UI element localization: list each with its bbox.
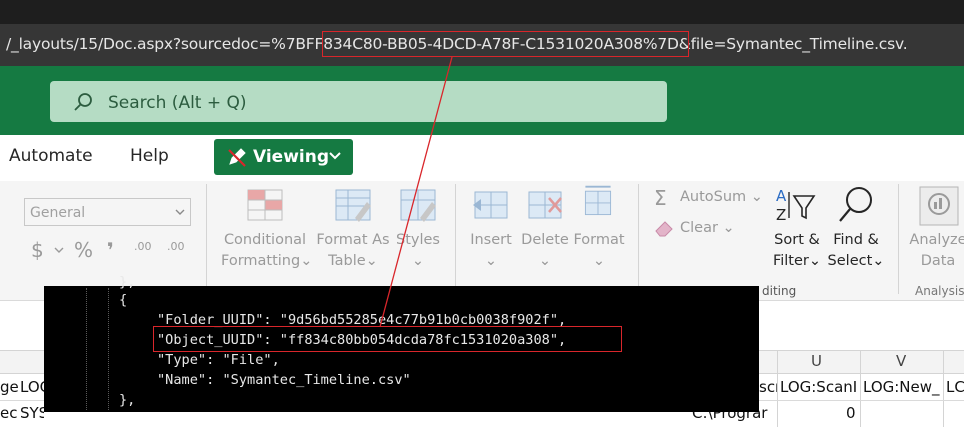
column-divider [943, 350, 944, 427]
conditional-formatting-label-2: Formatting⌄ [221, 253, 313, 269]
tab-automate[interactable]: Automate [9, 146, 93, 166]
analyze-icon [919, 186, 959, 226]
svg-text:Z: Z [776, 206, 786, 224]
insert-cells-icon [473, 191, 508, 219]
decrease-decimal-button[interactable]: .00 [167, 240, 185, 253]
column-header-u[interactable]: U [811, 352, 822, 370]
autosum-label: AutoSum [680, 189, 747, 205]
conditional-formatting-button[interactable]: Conditional Formatting⌄ [221, 230, 313, 272]
delete-chevron: ⌄ [538, 253, 552, 269]
tab-help[interactable]: Help [130, 146, 169, 166]
format-as-table-label-2: Table⌄ [328, 253, 378, 269]
conditional-formatting-label-1: Conditional [223, 232, 307, 248]
format-as-table-label-1: Format As [316, 232, 390, 248]
json-line-type: "Type": "File", [157, 352, 280, 368]
autosum-button[interactable]: AutoSum ⌄ [680, 189, 763, 205]
chevron-down-icon [329, 152, 341, 160]
cell-u-value[interactable]: 0 [846, 404, 856, 422]
find-select-label-2: Select⌄ [827, 253, 885, 269]
ribbon-separator [638, 184, 639, 294]
search-placeholder[interactable]: Search (Alt + Q) [108, 93, 247, 113]
find-select-button[interactable]: Find & Select⌄ [824, 230, 888, 272]
insert-chevron: ⌄ [484, 253, 498, 269]
delete-cells-icon [528, 191, 562, 219]
percent-button[interactable]: % [74, 238, 93, 262]
clear-label: Clear [680, 220, 718, 236]
cell-styles-chevron: ⌄ [411, 253, 425, 269]
cell-styles-label: Styles [396, 232, 440, 248]
json-line: { [119, 292, 128, 308]
ribbon-separator [455, 184, 456, 294]
column-divider [860, 350, 861, 427]
json-line-name: "Name": "Symantec_Timeline.csv" [157, 372, 411, 388]
cell-styles-icon [400, 189, 436, 222]
sort-filter-label-1: Sort & [774, 232, 820, 248]
indent-guide [86, 288, 87, 410]
number-format-value[interactable]: General [30, 205, 85, 221]
format-cells-icon [584, 185, 612, 216]
ribbon-separator [898, 184, 899, 294]
viewing-label[interactable]: Viewing [253, 147, 329, 167]
json-line: }, [119, 392, 136, 408]
find-icon [839, 187, 872, 222]
sort-filter-button[interactable]: Sort & Filter⌄ [766, 230, 828, 272]
find-select-label-1: Find & [833, 232, 879, 248]
delete-button[interactable]: Delete ⌄ [520, 230, 570, 272]
cell-partial[interactable]: scr [759, 378, 777, 396]
sort-filter-label-2-text: Filter [772, 253, 809, 269]
url-guid-highlight-box [322, 31, 689, 57]
svg-text:A: A [776, 187, 787, 205]
cell-partial[interactable]: SYSTEM [20, 404, 44, 422]
analyze-data-label-2: Data [920, 253, 956, 269]
cell-partial[interactable]: ge [0, 378, 19, 396]
format-button[interactable]: Format ⌄ [572, 230, 626, 272]
currency-button[interactable]: $ [31, 238, 44, 262]
sigma-icon: Σ [654, 186, 667, 210]
pencil-icon [228, 148, 246, 167]
group-label-editing: diting [762, 284, 797, 298]
clear-button[interactable]: Clear ⌄ [680, 220, 735, 236]
comma-style-button[interactable]: ❜ [107, 238, 114, 262]
insert-button[interactable]: Insert ⌄ [466, 230, 516, 272]
cell-partial[interactable]: ec [0, 404, 17, 422]
conditional-formatting-icon [247, 189, 283, 221]
column-header-v[interactable]: V [896, 352, 906, 370]
column-divider [777, 350, 778, 427]
find-select-label-2-text: Select [827, 253, 873, 269]
browser-top-strip [0, 0, 964, 24]
search-icon [74, 93, 92, 111]
group-label-analysis: Analysis [915, 284, 964, 298]
increase-decimal-button[interactable]: .00 [134, 240, 152, 253]
indent-guide [108, 288, 109, 410]
sort-filter-icon: A Z [776, 187, 816, 224]
analyze-data-label-1: Analyze [909, 232, 964, 248]
json-line: }, [119, 274, 136, 290]
format-as-table-button[interactable]: Format As Table⌄ [313, 230, 393, 272]
delete-label: Delete [521, 232, 569, 248]
object-uuid-highlight-box [153, 326, 622, 352]
format-chevron: ⌄ [592, 253, 606, 269]
format-as-table-label-2-text: Table [328, 253, 366, 269]
format-label: Format [573, 232, 625, 248]
cell-w[interactable]: LC [946, 378, 964, 396]
cell-v[interactable]: LOG:New_ [863, 378, 943, 396]
conditional-formatting-label-2-text: Formatting [221, 253, 301, 269]
cell-partial[interactable]: LOG [20, 378, 44, 396]
format-as-table-icon [335, 189, 371, 222]
cell-styles-button[interactable]: Styles ⌄ [395, 230, 441, 272]
chevron-down-icon [175, 209, 185, 215]
chevron-down-icon [54, 247, 64, 253]
sort-filter-label-2: Filter⌄ [772, 253, 822, 269]
insert-label: Insert [470, 232, 512, 248]
analyze-data-button[interactable]: Analyze Data [906, 230, 964, 272]
ribbon-separator [206, 184, 207, 294]
cell-u[interactable]: LOG:ScanI [780, 378, 860, 396]
eraser-icon [655, 221, 673, 237]
